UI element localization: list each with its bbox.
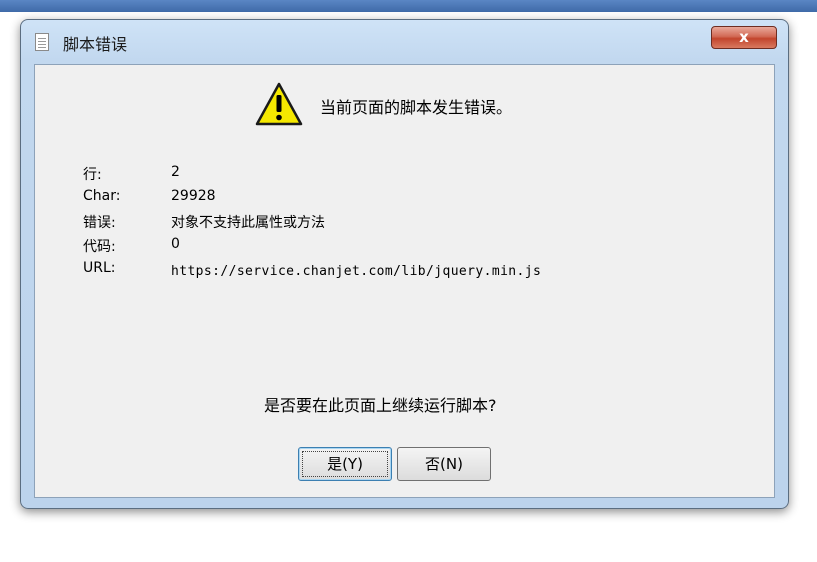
error-value: 对象不支持此属性或方法 [171,215,325,231]
line-label: 行: [83,167,102,183]
continue-question: 是否要在此页面上继续运行脚本? [264,396,497,415]
close-button[interactable]: x [711,26,777,49]
no-button-label: 否(N) [425,455,463,473]
error-label: 错误: [83,215,116,231]
yes-button-label: 是(Y) [327,455,363,473]
background-strip [0,0,817,12]
url-label: URL: [83,260,116,276]
code-label: 代码: [83,239,116,255]
script-error-dialog: 脚本错误 x 当前页面的脚本发生错误。 行: 2 Char: 29928 错误:… [20,19,789,509]
error-message: 当前页面的脚本发生错误。 [320,98,513,117]
char-value: 29928 [171,188,216,204]
char-label: Char: [83,188,121,204]
no-button[interactable]: 否(N) [397,447,491,481]
document-icon [35,33,49,51]
code-value: 0 [171,236,180,252]
dialog-title: 脚本错误 [63,35,128,54]
dialog-body: 当前页面的脚本发生错误。 行: 2 Char: 29928 错误: 对象不支持此… [34,64,775,498]
line-value: 2 [171,164,180,180]
titlebar[interactable]: 脚本错误 x [21,20,788,64]
warning-icon [255,82,303,126]
yes-button[interactable]: 是(Y) [298,447,392,481]
url-value: https://service.chanjet.com/lib/jquery.m… [171,264,542,279]
